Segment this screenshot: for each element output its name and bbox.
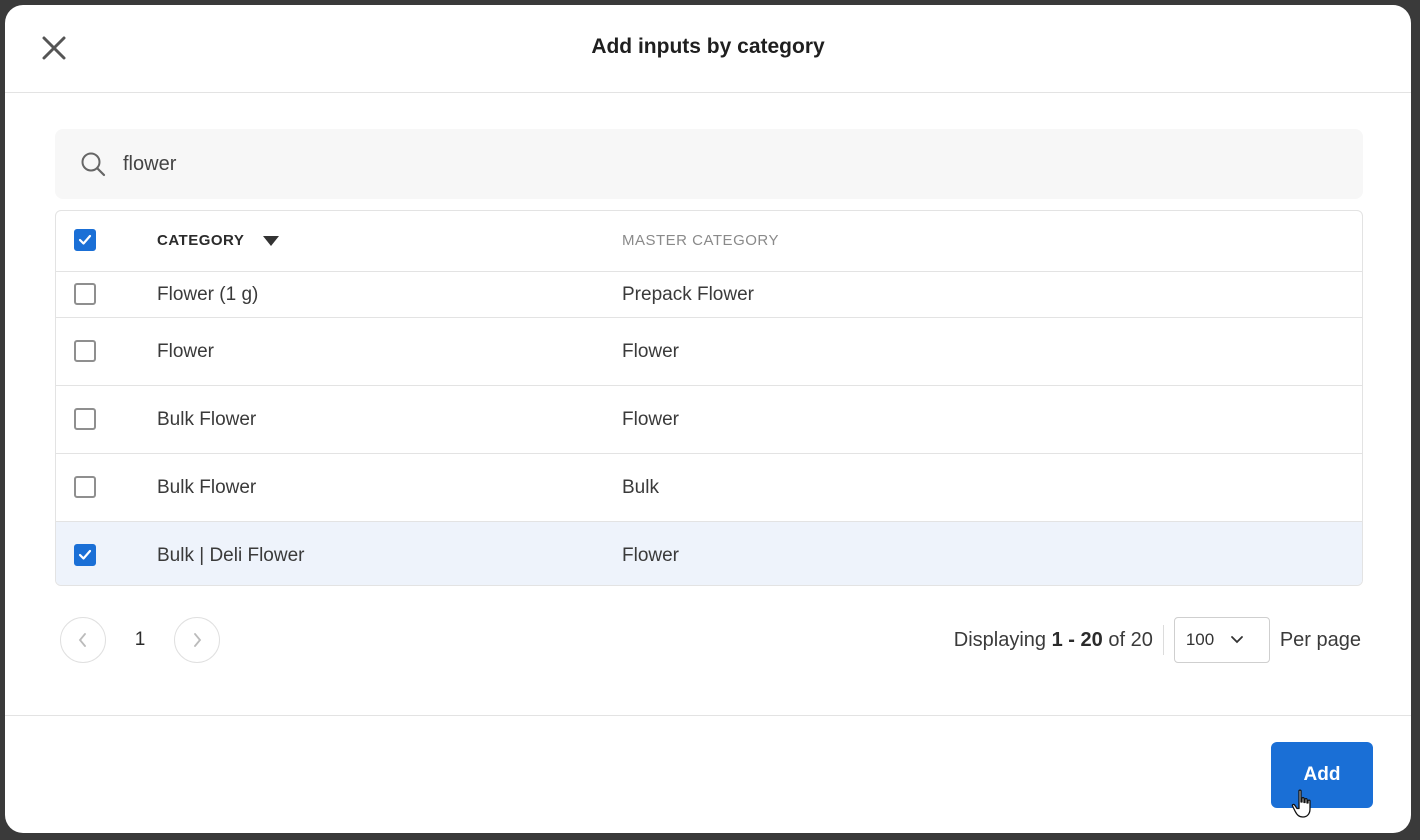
displaying-range: 1 - 20 (1051, 628, 1103, 651)
current-page[interactable]: 1 (106, 629, 174, 651)
row-checkbox[interactable] (74, 407, 96, 430)
chevron-right-icon (194, 633, 202, 647)
row-category: Flower (157, 340, 215, 362)
row-category: Bulk Flower (157, 408, 257, 430)
row-category: Bulk Flower (157, 476, 257, 498)
add-inputs-modal: Add inputs by category CATEGORY MASTER C… (5, 5, 1411, 833)
sort-descending-icon[interactable] (262, 235, 279, 246)
row-checkbox[interactable] (74, 543, 96, 566)
next-page-button[interactable] (174, 617, 220, 663)
chevron-down-icon (1230, 635, 1244, 645)
table-row[interactable]: Bulk | Deli Flower Flower (56, 522, 1362, 585)
displaying-of: of (1108, 628, 1126, 651)
row-master-category: Flower (622, 544, 680, 566)
column-header-master-category-label: MASTER CATEGORY (622, 232, 779, 249)
modal-header: Add inputs by category (5, 5, 1411, 93)
row-category: Flower (1 g) (157, 283, 259, 305)
table-row[interactable]: Flower (1 g) Prepack Flower (56, 272, 1362, 318)
search-input[interactable] (121, 151, 1225, 177)
per-page-label: Per page (1279, 628, 1361, 651)
column-header-category-label: CATEGORY (157, 232, 245, 249)
row-master-category: Bulk (622, 476, 659, 498)
row-checkbox[interactable] (74, 475, 96, 498)
search-icon (79, 150, 107, 178)
row-checkbox[interactable] (74, 339, 96, 362)
displaying-total: 20 (1130, 628, 1153, 651)
chevron-left-icon (78, 633, 86, 647)
add-button[interactable]: Add (1271, 742, 1373, 808)
display-info: Displaying 1 - 20 of 20 100 Per page (954, 617, 1361, 663)
hand-pointer-icon (1291, 789, 1311, 818)
per-page-select[interactable]: 100 (1173, 617, 1270, 663)
row-category: Bulk | Deli Flower (157, 544, 305, 566)
previous-page-button[interactable] (60, 617, 106, 663)
table-row[interactable]: Bulk Flower Flower (56, 386, 1362, 454)
search-box[interactable] (55, 129, 1363, 199)
divider (1162, 625, 1164, 655)
checkmark-icon (78, 549, 92, 560)
checkmark-icon (78, 234, 92, 245)
column-header-master-category[interactable]: MASTER CATEGORY (622, 232, 779, 250)
per-page-value: 100 (1185, 630, 1215, 649)
row-master-category: Flower (622, 408, 680, 430)
pagination-controls: 1 (60, 617, 220, 663)
row-check-cell (74, 282, 98, 307)
modal-footer: Add (5, 715, 1411, 833)
row-check-cell (74, 407, 98, 432)
select-all-cell (74, 229, 98, 253)
row-check-cell (74, 543, 98, 568)
modal-title: Add inputs by category (591, 35, 825, 58)
table-header: CATEGORY MASTER CATEGORY (56, 211, 1362, 272)
row-master-category: Prepack Flower (622, 283, 754, 305)
row-check-cell (74, 475, 98, 500)
column-header-category[interactable]: CATEGORY (157, 232, 279, 250)
category-table: CATEGORY MASTER CATEGORY Flower (1 g) Pr… (55, 210, 1363, 586)
table-row[interactable]: Bulk Flower Bulk (56, 454, 1362, 522)
select-all-checkbox[interactable] (74, 229, 96, 251)
row-check-cell (74, 339, 98, 364)
row-master-category: Flower (622, 340, 680, 362)
table-row[interactable]: Flower Flower (56, 318, 1362, 386)
row-checkbox[interactable] (74, 282, 96, 305)
displaying-prefix: Displaying (953, 628, 1047, 651)
